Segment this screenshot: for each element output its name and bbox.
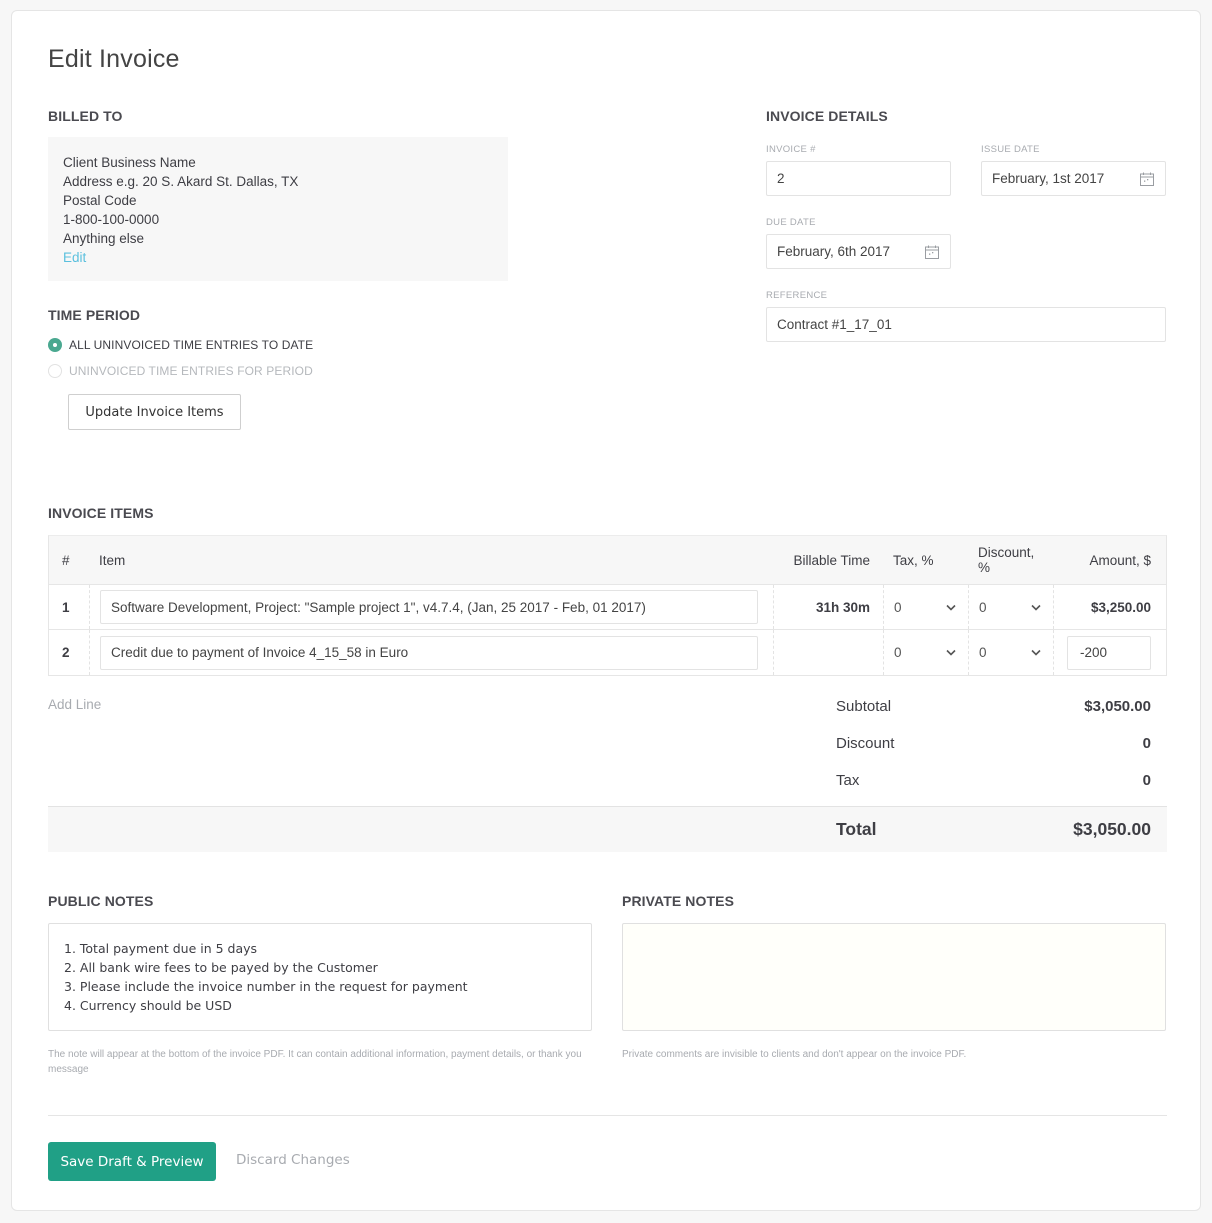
invoice-number-input[interactable]: 2 bbox=[766, 161, 951, 196]
discount-row: Discount 0 bbox=[836, 735, 1151, 752]
public-notes-textarea[interactable]: 1. Total payment due in 5 days 2. All ba… bbox=[48, 923, 592, 1031]
tax-label: Tax bbox=[836, 772, 860, 789]
subtotal-value: $3,050.00 bbox=[1084, 698, 1151, 715]
invoice-details-heading: INVOICE DETAILS bbox=[766, 108, 888, 124]
chevron-down-icon bbox=[1031, 604, 1041, 611]
item-description-input[interactable]: Credit due to payment of Invoice 4_15_58… bbox=[100, 635, 758, 670]
tax-select[interactable]: 0 bbox=[883, 585, 968, 629]
invoice-card: Edit Invoice BILLED TO Client Business N… bbox=[11, 10, 1201, 1211]
page-title: Edit Invoice bbox=[48, 45, 180, 73]
total-value: $3,050.00 bbox=[1073, 819, 1151, 839]
amount-input[interactable]: -200 bbox=[1067, 635, 1151, 670]
client-address: Address e.g. 20 S. Akard St. Dallas, TX bbox=[63, 174, 299, 189]
invoice-items-table: # Item Billable Time Tax, % Discount, % … bbox=[48, 535, 1167, 676]
amount-value: $3,250.00 bbox=[1053, 585, 1166, 629]
client-postal-code: Postal Code bbox=[63, 193, 137, 208]
col-number: # bbox=[62, 552, 70, 568]
discard-changes-button[interactable]: Discard Changes bbox=[236, 1152, 350, 1168]
table-header: # Item Billable Time Tax, % Discount, % … bbox=[49, 536, 1166, 585]
col-billable-time: Billable Time bbox=[793, 552, 870, 568]
reference-value: Contract #1_17_01 bbox=[777, 317, 892, 332]
billable-time: 31h 30m bbox=[773, 585, 883, 629]
public-notes-help: The note will appear at the bottom of th… bbox=[48, 1049, 582, 1075]
chevron-down-icon bbox=[946, 649, 956, 656]
issue-date-label: ISSUE DATE bbox=[981, 144, 1040, 155]
update-invoice-items-button[interactable]: Update Invoice Items bbox=[68, 394, 241, 430]
public-note-line: 4. Currency should be USD bbox=[64, 998, 232, 1013]
radio-selected-icon[interactable] bbox=[48, 338, 62, 352]
discount-label: Discount bbox=[836, 735, 895, 752]
col-amount: Amount, $ bbox=[1089, 552, 1151, 568]
table-row: 1 Software Development, Project: "Sample… bbox=[49, 585, 1166, 630]
radio-uninvoiced-period[interactable]: UNINVOICED TIME ENTRIES FOR PERIOD bbox=[48, 364, 313, 378]
radio-label: UNINVOICED TIME ENTRIES FOR PERIOD bbox=[69, 364, 313, 378]
private-notes-heading: PRIVATE NOTES bbox=[622, 893, 735, 909]
private-notes-textarea[interactable] bbox=[622, 923, 1166, 1031]
chevron-down-icon bbox=[946, 604, 956, 611]
billed-to-box: Client Business Name Address e.g. 20 S. … bbox=[48, 137, 508, 281]
col-discount: Discount, % bbox=[978, 545, 1035, 575]
tax-value: 0 bbox=[894, 599, 902, 615]
subtotal-label: Subtotal bbox=[836, 698, 892, 715]
private-notes-help: Private comments are invisible to client… bbox=[622, 1049, 967, 1060]
save-draft-preview-button[interactable]: Save Draft & Preview bbox=[48, 1142, 216, 1181]
item-description-input[interactable]: Software Development, Project: "Sample p… bbox=[100, 590, 758, 624]
subtotal-row: Subtotal $3,050.00 bbox=[836, 698, 1151, 715]
reference-input[interactable]: Contract #1_17_01 bbox=[766, 307, 1166, 342]
total-row: Total $3,050.00 bbox=[836, 819, 1151, 840]
radio-unselected-icon[interactable] bbox=[48, 364, 62, 378]
discount-total-value: 0 bbox=[1142, 735, 1151, 752]
client-other: Anything else bbox=[63, 231, 145, 246]
radio-all-uninvoiced[interactable]: ALL UNINVOICED TIME ENTRIES TO DATE bbox=[48, 338, 313, 352]
invoice-items-heading: INVOICE ITEMS bbox=[48, 505, 154, 521]
tax-select[interactable]: 0 bbox=[883, 630, 968, 675]
discount-value: 0 bbox=[979, 645, 987, 660]
col-tax: Tax, % bbox=[893, 552, 934, 568]
discount-value: 0 bbox=[979, 599, 987, 615]
public-note-line: 2. All bank wire fees to be payed by the… bbox=[64, 960, 378, 975]
billed-to-heading: BILLED TO bbox=[48, 108, 123, 124]
footer-divider bbox=[48, 1115, 1167, 1116]
tax-value: 0 bbox=[894, 645, 902, 660]
edit-billed-to-link[interactable]: Edit bbox=[63, 248, 493, 267]
public-note-line: 3. Please include the invoice number in … bbox=[64, 979, 468, 994]
radio-label: ALL UNINVOICED TIME ENTRIES TO DATE bbox=[69, 338, 314, 352]
calendar-icon[interactable] bbox=[1139, 171, 1155, 187]
calendar-icon[interactable] bbox=[924, 244, 940, 260]
issue-date-input[interactable]: February, 1st 2017 bbox=[981, 161, 1166, 196]
public-note-line: 1. Total payment due in 5 days bbox=[64, 941, 258, 956]
reference-label: REFERENCE bbox=[766, 290, 828, 301]
client-name: Client Business Name bbox=[63, 155, 196, 170]
client-phone: 1-800-100-0000 bbox=[63, 212, 160, 227]
table-row: 2 Credit due to payment of Invoice 4_15_… bbox=[49, 630, 1166, 675]
discount-select[interactable]: 0 bbox=[968, 585, 1053, 629]
chevron-down-icon bbox=[1031, 649, 1041, 656]
due-date-value: February, 6th 2017 bbox=[777, 244, 891, 259]
due-date-input[interactable]: February, 6th 2017 bbox=[766, 234, 951, 269]
due-date-label: DUE DATE bbox=[766, 217, 816, 228]
time-period-heading: TIME PERIOD bbox=[48, 307, 141, 323]
row-number: 2 bbox=[62, 645, 70, 660]
tax-row: Tax 0 bbox=[836, 772, 1151, 789]
add-line-link[interactable]: Add Line bbox=[48, 697, 101, 712]
issue-date-value: February, 1st 2017 bbox=[992, 171, 1105, 186]
public-notes-heading: PUBLIC NOTES bbox=[48, 893, 154, 909]
invoice-number-label: INVOICE # bbox=[766, 144, 816, 155]
discount-select[interactable]: 0 bbox=[968, 630, 1053, 675]
tax-total-value: 0 bbox=[1142, 772, 1151, 789]
total-label: Total bbox=[836, 819, 877, 839]
invoice-number-value: 2 bbox=[777, 171, 785, 186]
billable-time bbox=[773, 630, 883, 675]
col-item: Item bbox=[99, 552, 126, 568]
row-number: 1 bbox=[62, 599, 70, 615]
